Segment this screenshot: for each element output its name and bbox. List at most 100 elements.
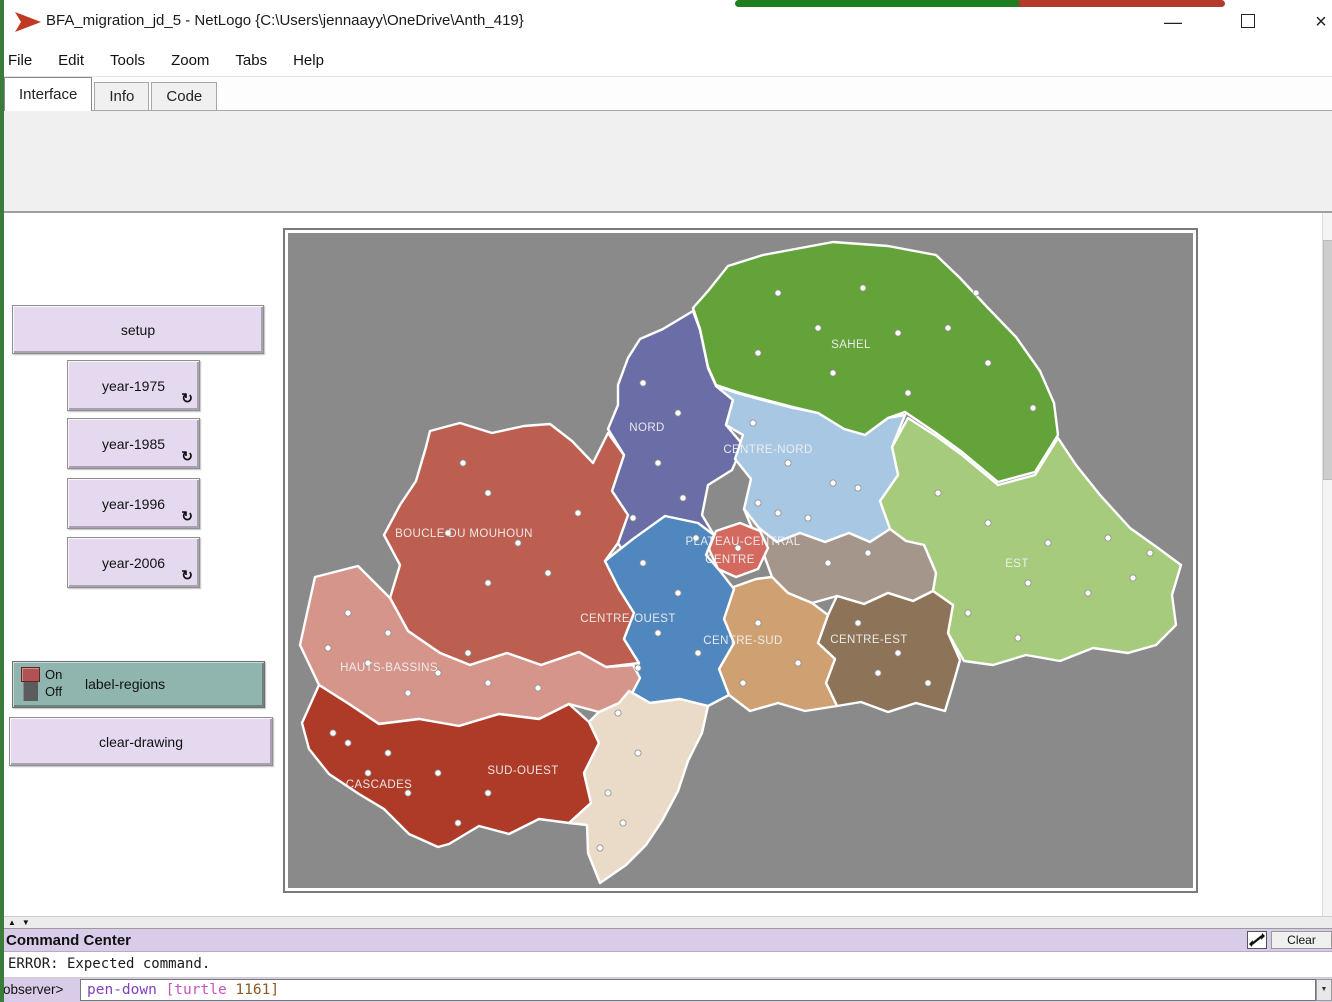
splitter-down-icon[interactable]: ▼ bbox=[22, 918, 30, 927]
map-dot bbox=[935, 490, 941, 496]
map-dot bbox=[405, 690, 411, 696]
label-regions-label: label-regions bbox=[85, 676, 165, 692]
region-label-centre-est: CENTRE-EST bbox=[830, 634, 907, 646]
command-center-title: Command Center bbox=[6, 932, 131, 949]
year-1975-label: year-1975 bbox=[102, 378, 165, 394]
year-1996-button[interactable]: year-1996 ↻ bbox=[67, 478, 200, 529]
map-dot bbox=[895, 650, 901, 656]
command-center-output: ERROR: Expected command. bbox=[0, 952, 1332, 978]
map-dot bbox=[865, 550, 871, 556]
vertical-scrollbar-thumb[interactable] bbox=[1323, 240, 1332, 480]
switch-knob[interactable] bbox=[21, 667, 40, 682]
map-dot bbox=[655, 460, 661, 466]
menu-file[interactable]: File bbox=[8, 52, 32, 69]
map-dot bbox=[535, 685, 541, 691]
close-button[interactable]: × bbox=[1306, 8, 1332, 36]
region-label-nord: NORD bbox=[629, 422, 664, 434]
clear-drawing-button[interactable]: clear-drawing bbox=[9, 717, 273, 766]
tab-bar: InterfaceInfoCode bbox=[0, 78, 1332, 111]
map-dot bbox=[330, 730, 336, 736]
map-dot bbox=[1085, 590, 1091, 596]
map-dot bbox=[485, 790, 491, 796]
expand-command-center-button[interactable] bbox=[1247, 931, 1267, 949]
toolbar: Edit Delete + Add abc Button ▼ normal sp… bbox=[0, 111, 1332, 213]
map-dot bbox=[825, 560, 831, 566]
forever-icon: ↻ bbox=[181, 508, 193, 525]
region-centre-est bbox=[818, 591, 960, 712]
map-dot bbox=[1147, 550, 1153, 556]
map-dot bbox=[775, 290, 781, 296]
label-regions-switch[interactable]: On Off label-regions bbox=[12, 661, 265, 708]
map-dot bbox=[615, 710, 621, 716]
map-dot bbox=[1025, 580, 1031, 586]
map-dot bbox=[635, 665, 641, 671]
map-dot bbox=[855, 620, 861, 626]
year-2006-button[interactable]: year-2006↻ bbox=[67, 537, 200, 588]
year-1985-button[interactable]: year-1985↻ bbox=[67, 418, 200, 469]
map-dot bbox=[750, 420, 756, 426]
region-label-est: EST bbox=[1005, 558, 1029, 570]
clear-button[interactable]: Clear bbox=[1271, 931, 1332, 949]
year-1975-button[interactable]: year-1975 ↻ bbox=[67, 360, 200, 411]
map-dot bbox=[755, 350, 761, 356]
map-dot bbox=[895, 330, 901, 336]
map-dot bbox=[640, 560, 646, 566]
map-dot bbox=[465, 650, 471, 656]
map-dot bbox=[755, 500, 761, 506]
tab-interface[interactable]: Interface bbox=[4, 77, 92, 111]
window-title: BFA_migration_jd_5 - NetLogo {C:\Users\j… bbox=[46, 12, 524, 29]
forever-icon: ↻ bbox=[181, 390, 193, 407]
year-2006-label: year-2006 bbox=[102, 555, 165, 571]
expand-diagonal-icon bbox=[1248, 932, 1266, 948]
menu-edit[interactable]: Edit bbox=[58, 52, 84, 69]
setup-button-label: setup bbox=[121, 322, 155, 338]
map-dot bbox=[1015, 635, 1021, 641]
splitter-up-icon[interactable]: ▲ bbox=[8, 918, 16, 927]
map-dot bbox=[597, 845, 603, 851]
tab-info[interactable]: Info bbox=[94, 82, 149, 110]
vertical-scrollbar[interactable] bbox=[1322, 213, 1332, 916]
menu-tools[interactable]: Tools bbox=[110, 52, 145, 69]
tab-code[interactable]: Code bbox=[151, 82, 217, 110]
map-dot bbox=[675, 590, 681, 596]
map-dot bbox=[385, 750, 391, 756]
map-dot bbox=[1030, 405, 1036, 411]
command-history-arrow[interactable]: ▼ bbox=[1316, 979, 1332, 1001]
region-label-centre-ouest: CENTRE-OUEST bbox=[580, 613, 676, 625]
menu-zoom[interactable]: Zoom bbox=[171, 52, 209, 69]
map-dot bbox=[485, 580, 491, 586]
map-dot bbox=[925, 680, 931, 686]
menu-help[interactable]: Help bbox=[293, 52, 324, 69]
setup-button[interactable]: setup bbox=[12, 305, 264, 354]
command-center-splitter[interactable]: ▲▼ bbox=[0, 916, 1332, 929]
region-label-plateau-central: PLATEAU-CENTRAL bbox=[685, 536, 800, 548]
switch-on-label: On bbox=[45, 667, 62, 682]
minimize-button[interactable]: — bbox=[1158, 8, 1188, 36]
map-dot bbox=[755, 620, 761, 626]
map-dot bbox=[655, 630, 661, 636]
map-dot bbox=[775, 510, 781, 516]
map-dot bbox=[455, 820, 461, 826]
map-dot bbox=[965, 610, 971, 616]
map-dot bbox=[1130, 575, 1136, 581]
map-dot bbox=[945, 325, 951, 331]
map-dot bbox=[875, 670, 881, 676]
map-dot bbox=[985, 360, 991, 366]
map-dot bbox=[830, 480, 836, 486]
region-label-cascades: CASCADES bbox=[346, 779, 412, 791]
world-view[interactable]: SAHELESTNORDCENTRE-NORDBOUCLE DU MOUHOUN… bbox=[288, 233, 1193, 888]
interface-canvas: setup year-1975↻year-1985↻year-1996↻year… bbox=[0, 213, 1332, 916]
maximize-button[interactable] bbox=[1241, 14, 1255, 28]
menu-tabs[interactable]: Tabs bbox=[235, 52, 267, 69]
map-dot bbox=[1045, 540, 1051, 546]
map-dot bbox=[973, 290, 979, 296]
map-dot bbox=[345, 740, 351, 746]
command-input[interactable]: pen-down [turtle 1161] bbox=[80, 979, 1316, 1001]
map-dot bbox=[860, 285, 866, 291]
map-dot bbox=[325, 645, 331, 651]
map-dot bbox=[460, 460, 466, 466]
map-dot bbox=[630, 515, 636, 521]
burkina-faso-map: SAHELESTNORDCENTRE-NORDBOUCLE DU MOUHOUN… bbox=[288, 233, 1193, 888]
year-1996-label: year-1996 bbox=[102, 496, 165, 512]
map-dot bbox=[905, 390, 911, 396]
